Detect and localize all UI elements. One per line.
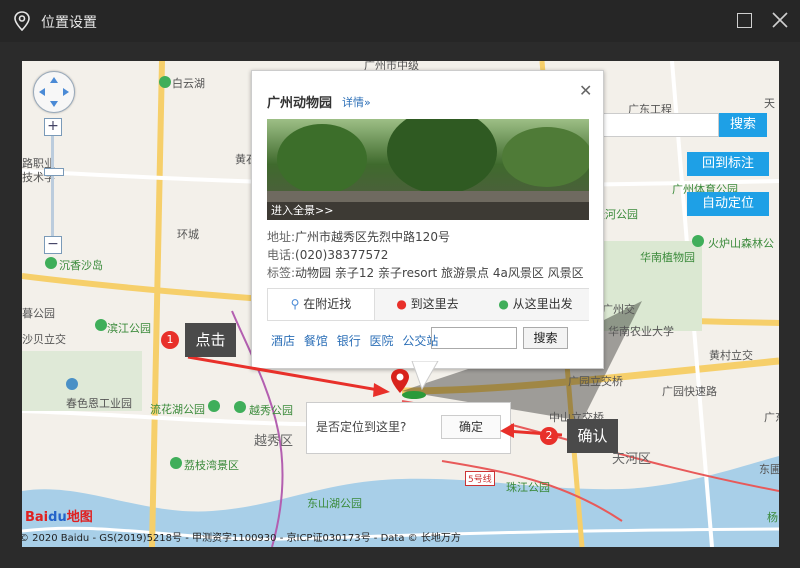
map-copyright: © 2020 Baidu - GS(2019)5218号 - 甲测资字11009… — [22, 533, 461, 544]
step-tip-confirm: 确认 — [567, 419, 618, 453]
annotation-arrows — [187, 355, 563, 438]
step-tip-click: 点击 — [185, 323, 236, 357]
step-badge: 1 — [161, 331, 179, 349]
maximize-button[interactable] — [737, 13, 752, 28]
window-title: 位置设置 — [41, 15, 97, 31]
map-canvas[interactable]: 白云湖 广州市中级 黄石 广东工程 天 路职业 技术学 环城 广州体育公园 沉香… — [22, 61, 779, 547]
baidu-logo: Baidu地图 — [25, 510, 93, 525]
step-badge: 2 — [540, 427, 558, 445]
close-icon[interactable] — [770, 10, 790, 30]
title-bar: 位置设置 — [0, 0, 800, 42]
location-pin-icon — [14, 11, 30, 31]
